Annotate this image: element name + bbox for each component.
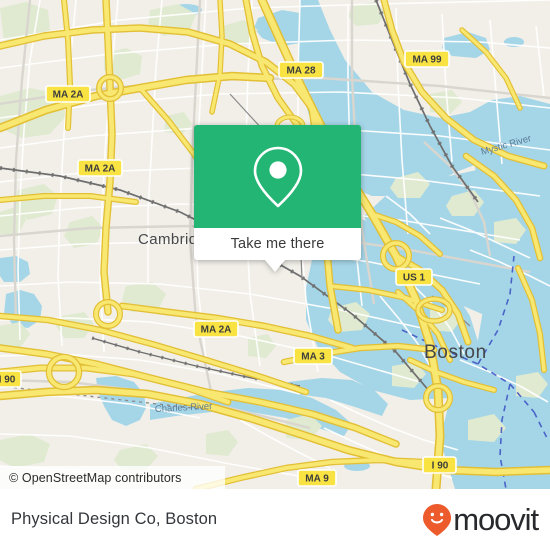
moovit-map-screen: Cambridge Boston Mystic River Charles Ri… bbox=[0, 0, 550, 550]
popup-marker-area bbox=[194, 125, 361, 228]
popup-pointer-tail bbox=[264, 259, 286, 272]
svg-text:MA 2A: MA 2A bbox=[85, 164, 116, 175]
svg-text:MA 3: MA 3 bbox=[301, 352, 325, 363]
svg-text:MA 2A: MA 2A bbox=[53, 90, 84, 101]
svg-text:MA 2A: MA 2A bbox=[201, 325, 232, 336]
take-me-there-label: Take me there bbox=[230, 236, 325, 252]
svg-text:Boston: Boston bbox=[424, 342, 487, 363]
svg-text:MA 99: MA 99 bbox=[412, 55, 442, 66]
svg-text:MA 28: MA 28 bbox=[286, 66, 316, 77]
svg-text:US 1: US 1 bbox=[403, 273, 426, 284]
svg-text:MA 9: MA 9 bbox=[305, 474, 329, 485]
footer-bar: Physical Design Co, Boston moovit bbox=[0, 489, 550, 550]
popup-action-bar[interactable]: Take me there bbox=[194, 228, 361, 260]
moovit-wordmark: moovit bbox=[453, 502, 539, 537]
svg-text:I 90: I 90 bbox=[0, 375, 16, 386]
moovit-logo[interactable]: moovit bbox=[422, 502, 539, 537]
take-me-there-popup[interactable]: Take me there bbox=[194, 125, 361, 272]
moovit-pin-smile-icon bbox=[422, 503, 452, 537]
svg-text:I 90: I 90 bbox=[432, 461, 449, 472]
map-pin-icon bbox=[252, 145, 304, 209]
place-title: Physical Design Co, Boston bbox=[11, 510, 218, 528]
